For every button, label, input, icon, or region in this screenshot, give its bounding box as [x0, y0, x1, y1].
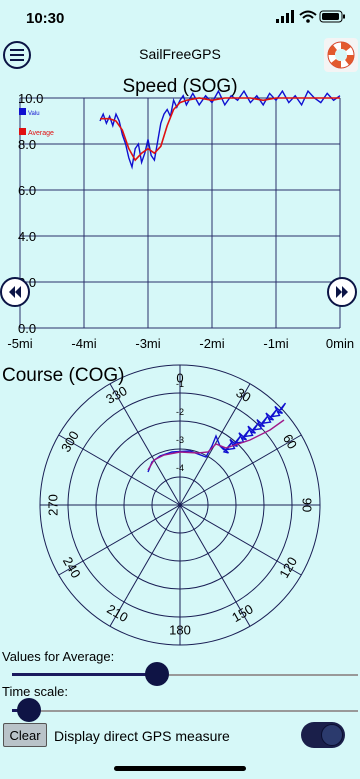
timescale-slider-track[interactable]	[12, 710, 358, 712]
radial-label: -1	[176, 379, 184, 389]
status-icons	[276, 10, 345, 23]
y-tick-label: 4.0	[18, 229, 36, 244]
radial-label: -3	[176, 435, 184, 445]
angle-label: 300	[58, 428, 82, 454]
x-tick-label: -5mi	[7, 336, 32, 351]
y-tick-label: 8.0	[18, 137, 36, 152]
fast-forward-icon	[327, 277, 357, 307]
legend-label-value: Valu	[28, 111, 40, 117]
angle-label: 120	[276, 554, 300, 580]
gps-toggle-knob	[321, 724, 343, 746]
gps-toggle[interactable]	[301, 722, 345, 748]
angle-label: 180	[169, 622, 191, 637]
polar-spoke	[179, 434, 302, 506]
status-bar: 10:30	[0, 0, 360, 40]
angle-label: 270	[45, 494, 60, 516]
average-slider-thumb[interactable]	[145, 662, 170, 686]
lifebuoy-button[interactable]	[324, 38, 358, 72]
x-tick-label: 0min	[326, 336, 354, 351]
y-tick-label: 0.0	[18, 321, 36, 336]
series-line-average	[100, 97, 340, 162]
y-tick-label: 10.0	[18, 91, 43, 106]
angle-label: 90	[300, 498, 315, 512]
series-line-valu	[99, 90, 341, 170]
battery-icon	[319, 10, 345, 23]
status-time: 10:30	[26, 10, 65, 27]
course-polar-chart: 0306090120150180210240270300330 -1-2-3-4	[39, 364, 321, 646]
x-tick-label: -1mi	[263, 336, 288, 351]
y-tick-label: 6.0	[18, 183, 36, 198]
gps-toggle-label: Display direct GPS measure	[54, 728, 230, 744]
rewind-button[interactable]	[0, 277, 30, 307]
angle-label: 150	[229, 601, 255, 625]
fast-forward-button[interactable]	[327, 277, 357, 307]
angle-label: 60	[280, 431, 300, 451]
x-tick-label: -2mi	[199, 336, 224, 351]
polar-spoke	[58, 434, 181, 506]
average-slider-fill	[12, 673, 158, 676]
rewind-icon	[0, 277, 30, 307]
speed-chart: -5mi -4mi -3mi -2mi -1mi 0min0.02.04.06.08.01…	[7, 90, 354, 351]
lifebuoy-icon	[327, 41, 355, 69]
polar-spoke	[109, 383, 181, 506]
legend-label-average: Average	[28, 130, 54, 137]
course-chart-title: Course (COG)	[2, 365, 125, 386]
signal-icon	[276, 10, 294, 23]
average-slider-label: Values for Average:	[2, 649, 115, 664]
x-tick-label: -3mi	[135, 336, 160, 351]
radial-label: -4	[176, 463, 184, 473]
app-title: SailFreeGPS	[139, 46, 221, 62]
angle-label: 210	[104, 601, 130, 625]
angle-label: 240	[60, 554, 84, 580]
timescale-slider-thumb[interactable]	[17, 698, 42, 722]
legend-swatch-value	[19, 108, 26, 115]
course-trace-line	[147, 402, 287, 473]
wifi-icon	[299, 10, 317, 23]
home-indicator	[114, 766, 246, 771]
timescale-slider-label: Time scale:	[2, 684, 68, 699]
x-tick-label: -4mi	[71, 336, 96, 351]
legend-swatch-average	[19, 128, 26, 135]
angle-label: 30	[234, 385, 254, 405]
radial-label: -2	[176, 407, 184, 417]
clear-button[interactable]: Clear	[3, 723, 47, 747]
